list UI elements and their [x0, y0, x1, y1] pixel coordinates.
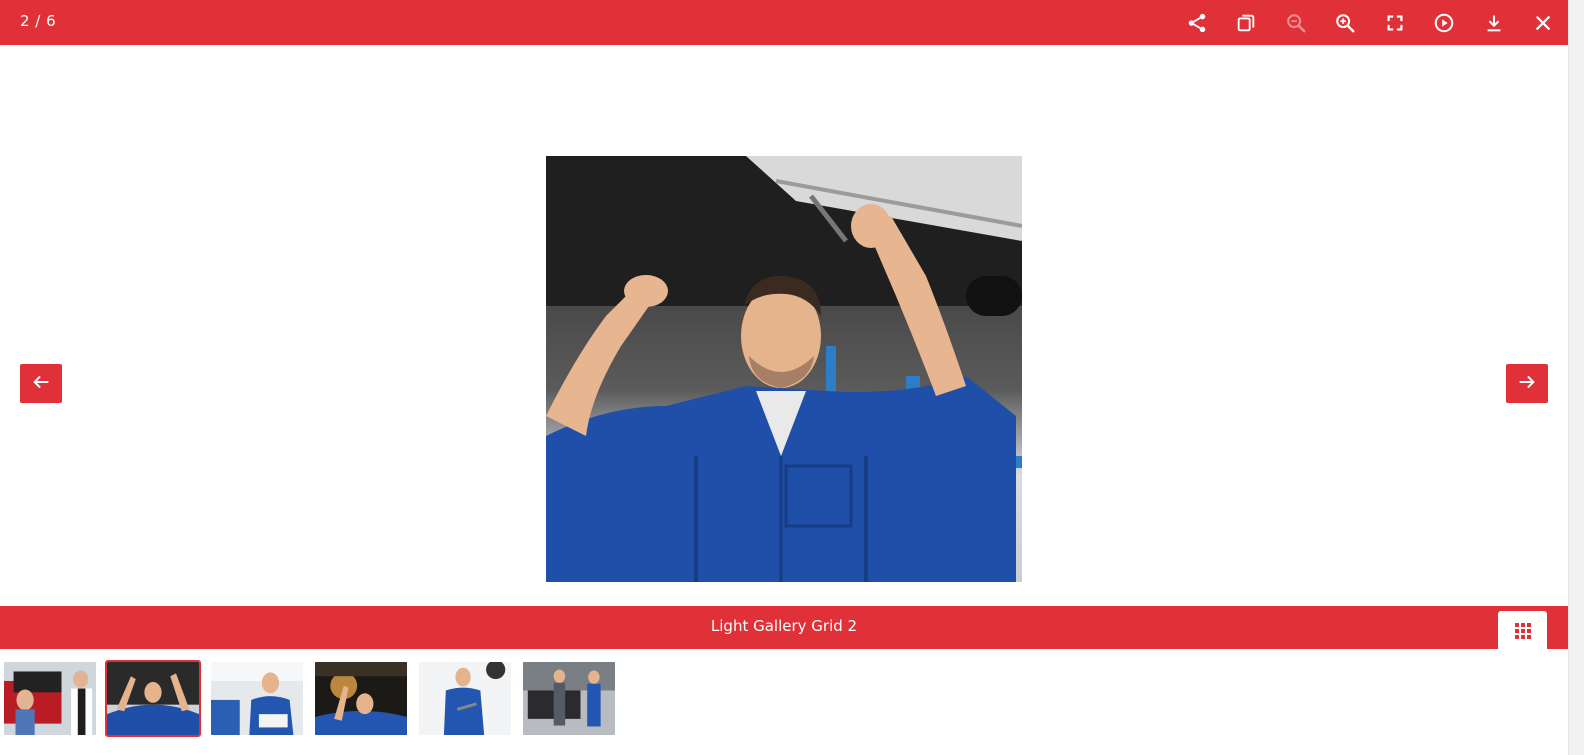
thumbnail-strip — [0, 649, 1568, 755]
close-icon — [1532, 12, 1554, 34]
prev-button[interactable] — [20, 364, 62, 403]
download-button[interactable] — [1469, 0, 1519, 45]
copy-button[interactable] — [1222, 0, 1272, 45]
arrow-left-icon — [30, 371, 52, 397]
next-button[interactable] — [1506, 364, 1548, 403]
zoom-in-icon — [1334, 12, 1356, 34]
zoom-out-button[interactable] — [1271, 0, 1321, 45]
copy-icon — [1235, 12, 1257, 34]
thumbnail-1[interactable] — [2, 660, 98, 737]
thumbnail-3[interactable] — [209, 660, 305, 737]
fullscreen-button[interactable] — [1370, 0, 1420, 45]
thumbnail-5[interactable] — [417, 660, 513, 737]
fullscreen-icon — [1384, 12, 1406, 34]
grid-icon — [1514, 622, 1532, 644]
close-button[interactable] — [1519, 0, 1569, 45]
gallery-stage — [0, 45, 1568, 606]
caption-bar: Light Gallery Grid 2 — [0, 606, 1568, 655]
zoom-out-icon — [1285, 12, 1307, 34]
share-button[interactable] — [1172, 0, 1222, 45]
thumbnail-2[interactable] — [105, 660, 201, 737]
thumbnail-4[interactable] — [313, 660, 409, 737]
download-icon — [1483, 12, 1505, 34]
autoplay-button[interactable] — [1420, 0, 1470, 45]
play-icon — [1433, 12, 1455, 34]
slide-counter: 2 / 6 — [20, 12, 57, 30]
share-icon — [1186, 12, 1208, 34]
gallery-toolbar: 2 / 6 — [0, 0, 1568, 45]
thumbnail-6[interactable] — [521, 660, 617, 737]
current-image[interactable] — [546, 156, 1022, 582]
image-caption: Light Gallery Grid 2 — [710, 617, 858, 635]
zoom-in-button[interactable] — [1321, 0, 1371, 45]
toolbar-actions — [1172, 0, 1568, 45]
page-scrollbar[interactable] — [1568, 0, 1584, 755]
arrow-right-icon — [1516, 371, 1538, 397]
